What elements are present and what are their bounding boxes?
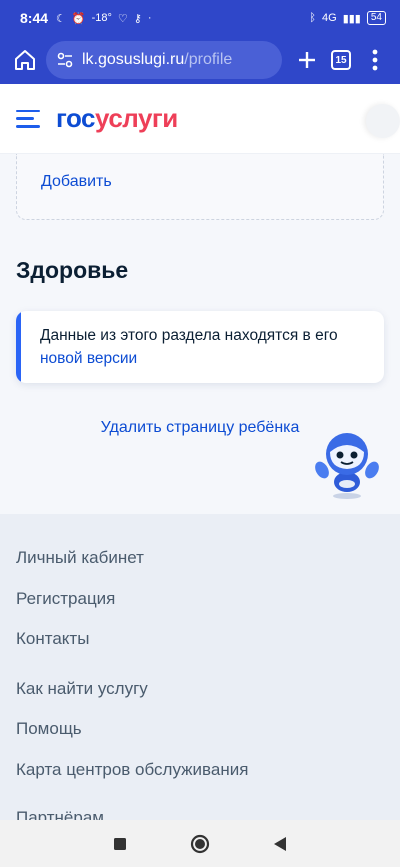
network-label: 4G bbox=[322, 12, 337, 24]
footer-link-find-service[interactable]: Как найти услугу bbox=[16, 679, 148, 699]
more-vert-icon[interactable] bbox=[358, 43, 392, 77]
back-button[interactable] bbox=[260, 824, 300, 864]
new-version-link[interactable]: новой версии bbox=[40, 350, 137, 367]
status-icons-left: ☾ ⏰ -18° ♡ ⚷ · bbox=[56, 12, 152, 25]
main-content: Добавить Здоровье Данные из этого раздел… bbox=[0, 154, 400, 514]
footer-link-registration[interactable]: Регистрация bbox=[16, 589, 115, 609]
footer-link-cabinet[interactable]: Личный кабинет bbox=[16, 548, 144, 568]
status-temperature: -18° bbox=[91, 12, 112, 24]
url-path: /profile bbox=[184, 51, 233, 68]
signal-icon: ▮▮▮ bbox=[342, 12, 361, 25]
tab-switcher-button[interactable]: 15 bbox=[324, 43, 358, 77]
info-text: Данные из этого раздела находятся в его bbox=[40, 327, 338, 344]
info-card-accent bbox=[16, 311, 21, 383]
site-settings-icon[interactable] bbox=[56, 51, 74, 69]
footer-link-help[interactable]: Помощь bbox=[16, 719, 82, 739]
recents-button[interactable] bbox=[100, 824, 140, 864]
url-host: lk.gosuslugi.ru bbox=[82, 51, 185, 68]
home-button[interactable] bbox=[180, 824, 220, 864]
status-time: 8:44 bbox=[20, 10, 49, 26]
footer-link-service-centers[interactable]: Карта центров обслуживания bbox=[16, 760, 248, 780]
dot-icon: · bbox=[147, 12, 152, 24]
add-card: Добавить bbox=[16, 154, 384, 220]
key-icon: ⚷ bbox=[133, 12, 142, 25]
browser-toolbar: lk.gosuslugi.ru/profile 15 bbox=[0, 36, 400, 84]
tab-count: 15 bbox=[331, 50, 351, 70]
logo-uslugi: услуги bbox=[95, 103, 178, 133]
footer-link-contacts[interactable]: Контакты bbox=[16, 629, 89, 649]
bluetooth-icon: ᛒ bbox=[309, 12, 317, 24]
home-icon[interactable] bbox=[8, 43, 42, 77]
site-header: госуслуги bbox=[0, 84, 400, 154]
back-triangle-icon bbox=[274, 836, 286, 851]
logo-gos: гос bbox=[56, 103, 96, 133]
robot-assistant-icon[interactable] bbox=[310, 430, 384, 500]
info-card: Данные из этого раздела находятся в его … bbox=[16, 311, 384, 383]
gosuslugi-logo[interactable]: госуслуги bbox=[56, 103, 178, 134]
footer-link-partners[interactable]: Партнёрам bbox=[16, 808, 104, 820]
plus-icon[interactable] bbox=[290, 43, 324, 77]
info-card-text: Данные из этого раздела находятся в его … bbox=[40, 324, 370, 370]
status-bar: 8:44 ☾ ⏰ -18° ♡ ⚷ · ᛒ 4G ▮▮▮ 54 bbox=[0, 0, 400, 36]
add-link[interactable]: Добавить bbox=[41, 173, 112, 191]
status-icons-right: ᛒ 4G ▮▮▮ 54 bbox=[309, 11, 386, 25]
system-nav-bar bbox=[0, 820, 400, 867]
burger-menu-icon[interactable] bbox=[16, 109, 40, 128]
heart-icon: ♡ bbox=[117, 12, 128, 25]
footer: Личный кабинет Регистрация Контакты Как … bbox=[0, 514, 400, 820]
delete-child-page-label: Удалить страницу ребёнка bbox=[100, 419, 300, 436]
section-title: Здоровье bbox=[16, 257, 129, 283]
circle-icon bbox=[190, 834, 210, 853]
battery-icon: 54 bbox=[366, 11, 386, 25]
alarm-icon: ⏰ bbox=[71, 12, 86, 25]
loading-avatar[interactable] bbox=[366, 104, 400, 138]
square-icon bbox=[114, 837, 126, 850]
address-bar[interactable]: lk.gosuslugi.ru/profile bbox=[46, 41, 282, 79]
moon-icon: ☾ bbox=[56, 12, 66, 25]
